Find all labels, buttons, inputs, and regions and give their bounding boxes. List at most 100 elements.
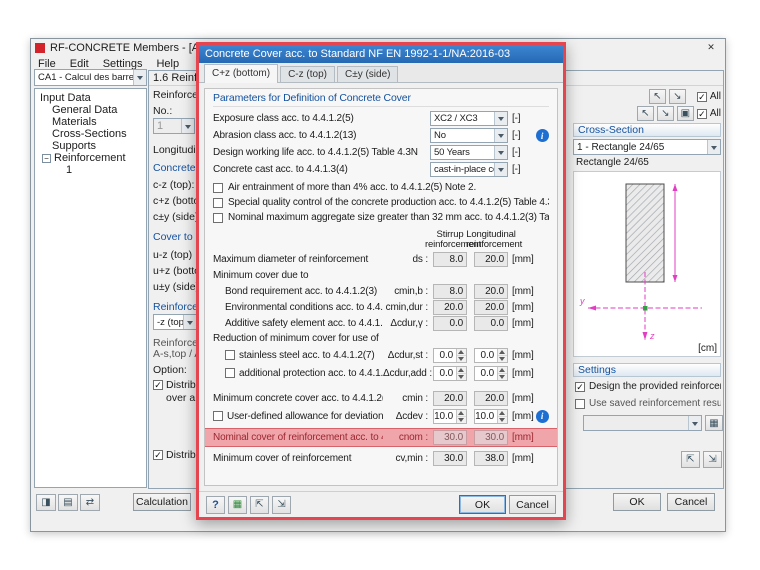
tab-c-minus-z-top[interactable]: C-z (top) <box>280 66 335 82</box>
all-checkbox[interactable] <box>696 91 707 102</box>
working-life-select[interactable]: 50 Years <box>430 145 508 160</box>
strip-label: Option: <box>153 364 187 376</box>
tree-item-cross-sections[interactable]: Cross-Sections <box>35 128 146 140</box>
checkbox-icon[interactable] <box>153 380 163 390</box>
select-arrow-button[interactable]: ↖ <box>648 89 666 104</box>
reinforcement-position-select[interactable]: -z (top) - <box>153 314 197 330</box>
calculation-button[interactable]: Calculation <box>133 493 191 511</box>
row-symbol: cmin,dur : <box>385 301 429 313</box>
tree-item-input-data[interactable]: Input Data <box>35 92 146 104</box>
info-icon[interactable]: i <box>535 129 549 142</box>
use-saved-results-option[interactable]: Use saved reinforcement results: <box>575 398 721 409</box>
spinner-icon[interactable] <box>497 348 507 362</box>
unit-label: [mm] <box>512 349 534 361</box>
panel-toggle-button[interactable]: ◨ <box>36 494 56 511</box>
module-left-strip: Reinforceme No.: 1 Longitudinal Concrete… <box>150 86 198 488</box>
deviation-checkbox[interactable] <box>213 411 223 421</box>
table-button[interactable]: ▦ <box>228 495 247 514</box>
dropdown-arrow-icon <box>494 163 507 176</box>
dropdown-arrow-icon <box>183 315 196 329</box>
option-max-aggregate[interactable]: Nominal maximum aggregate size greater t… <box>213 210 549 225</box>
unit-label: [mm] <box>512 285 534 297</box>
unit-label: [mm] <box>512 393 534 404</box>
dialog-footer: ? ▦ ⇱ ⇲ OK Cancel <box>199 491 563 517</box>
window-footer-icons: ◨ ▤ ⇄ <box>36 494 100 511</box>
longitudinal-value-field: 20.0 <box>474 299 508 315</box>
stainless-checkbox[interactable] <box>225 350 235 360</box>
dropdown-arrow-icon <box>133 70 146 85</box>
tree-item-supports[interactable]: Supports <box>35 140 146 152</box>
tree-item-general-data[interactable]: General Data <box>35 104 146 116</box>
tab-c-plus-z-bottom[interactable]: C+z (bottom) <box>204 64 279 83</box>
longitudinal-spinner-field[interactable]: 0.0 <box>474 347 508 363</box>
all-checkbox[interactable] <box>696 108 707 119</box>
concrete-cover-dialog: Concrete Cover acc. to Standard NF EN 19… <box>196 42 566 520</box>
table-toggle-button[interactable]: ▤ <box>58 494 78 511</box>
additional-protection-checkbox[interactable] <box>225 368 235 378</box>
tree-expander-icon[interactable]: − <box>42 153 51 163</box>
strip-label: c+z (bottom) <box>153 195 198 207</box>
menu-settings[interactable]: Settings <box>96 58 150 70</box>
longitudinal-spinner-field[interactable]: 10.0 <box>474 408 508 424</box>
strip-tab-longitudinal[interactable]: Longitudinal <box>153 144 198 156</box>
transfer-in-button[interactable]: ⇱ <box>681 451 700 468</box>
select-arrow-button[interactable]: ↖ <box>636 106 654 121</box>
row-label: Environmental conditions acc. to 4.4.1.2… <box>225 301 383 313</box>
member-number-select[interactable]: 1 <box>153 118 195 134</box>
results-table-button[interactable]: ▦ <box>705 415 723 431</box>
menu-help[interactable]: Help <box>149 58 186 70</box>
tree-item-reinforcement-1[interactable]: 1 <box>35 164 146 176</box>
additive-safety-row: Additive safety element acc. to 4.4.1.2(… <box>213 315 549 331</box>
stirrup-spinner-field[interactable]: 10.0 <box>433 408 467 424</box>
strip-group-cover-to-bar: Cover to Ba <box>153 231 198 243</box>
stirrup-value-field: 8.0 <box>433 283 467 299</box>
transfer-button[interactable]: ⇲ <box>272 495 291 514</box>
menu-file[interactable]: File <box>31 58 63 70</box>
exposure-class-select[interactable]: XC2 / XC3 <box>430 111 508 126</box>
exposure-class-row: Exposure class acc. to 4.4.1.2(5) XC2 / … <box>213 110 549 127</box>
folder-button[interactable]: ▣ <box>676 106 694 121</box>
screen: RF-CONCRETE Members - [Application n°1 -… <box>0 0 760 570</box>
spinner-icon[interactable] <box>456 409 466 423</box>
select-arrow-button[interactable]: ↘ <box>656 106 674 121</box>
tree-item-materials[interactable]: Materials <box>35 116 146 128</box>
tree-item-reinforcement[interactable]: − Reinforcement <box>35 152 146 164</box>
design-case-select[interactable]: CA1 - Calcul des barres en béto <box>34 69 147 86</box>
menu-edit[interactable]: Edit <box>63 58 96 70</box>
unit-label: [-] <box>512 164 521 175</box>
strip-label: u±y (side) <box>153 281 198 293</box>
stirrup-spinner-field[interactable]: 0.0 <box>433 347 467 363</box>
field-label: Concrete cast acc. to 4.4.1.3(4) <box>213 164 348 175</box>
stirrup-value-field: 20.0 <box>433 391 467 406</box>
dialog-cancel-button[interactable]: Cancel <box>509 495 556 514</box>
stirrup-spinner-field[interactable]: 0.0 <box>433 365 467 381</box>
option-special-quality[interactable]: Special quality control of the concrete … <box>213 195 549 210</box>
spinner-icon[interactable] <box>456 348 466 362</box>
strip-group-reinforcement: Reinforcem <box>153 301 198 313</box>
transfer-out-button[interactable]: ⇲ <box>703 451 722 468</box>
main-cancel-button[interactable]: Cancel <box>667 493 715 511</box>
abrasion-class-select[interactable]: No <box>430 128 508 143</box>
option-air-entrainment[interactable]: Air entrainment of more than 4% acc. to … <box>213 180 549 195</box>
spinner-icon[interactable] <box>456 366 466 380</box>
export-button[interactable]: ⇄ <box>80 494 100 511</box>
close-icon[interactable]: ✕ <box>701 41 721 55</box>
dialog-ok-button[interactable]: OK <box>459 495 506 514</box>
stirrup-value-field: 0.0 <box>433 315 467 331</box>
design-reinforcement-option[interactable]: Design the provided reinforcement <box>575 381 721 392</box>
select-arrow-button[interactable]: ↘ <box>668 89 686 104</box>
help-button[interactable]: ? <box>206 495 225 514</box>
apply-to-all-button[interactable]: ⇱ <box>250 495 269 514</box>
spinner-icon[interactable] <box>497 366 507 380</box>
checkbox-icon[interactable] <box>153 450 163 460</box>
min-cover-subheader: Minimum cover due to <box>213 270 309 281</box>
row-label: Additive safety element acc. to 4.4.1.2(… <box>225 317 383 329</box>
cross-section-select[interactable]: 1 - Rectangle 24/65 <box>573 139 721 155</box>
spinner-icon[interactable] <box>497 409 507 423</box>
unit-label: [-] <box>512 113 521 124</box>
main-ok-button[interactable]: OK <box>613 493 661 511</box>
longitudinal-spinner-field[interactable]: 0.0 <box>474 365 508 381</box>
info-icon[interactable]: i <box>535 409 549 423</box>
concrete-cast-select[interactable]: cast-in-place concrete <box>430 162 508 177</box>
tab-c-y-side[interactable]: C±y (side) <box>336 66 399 82</box>
